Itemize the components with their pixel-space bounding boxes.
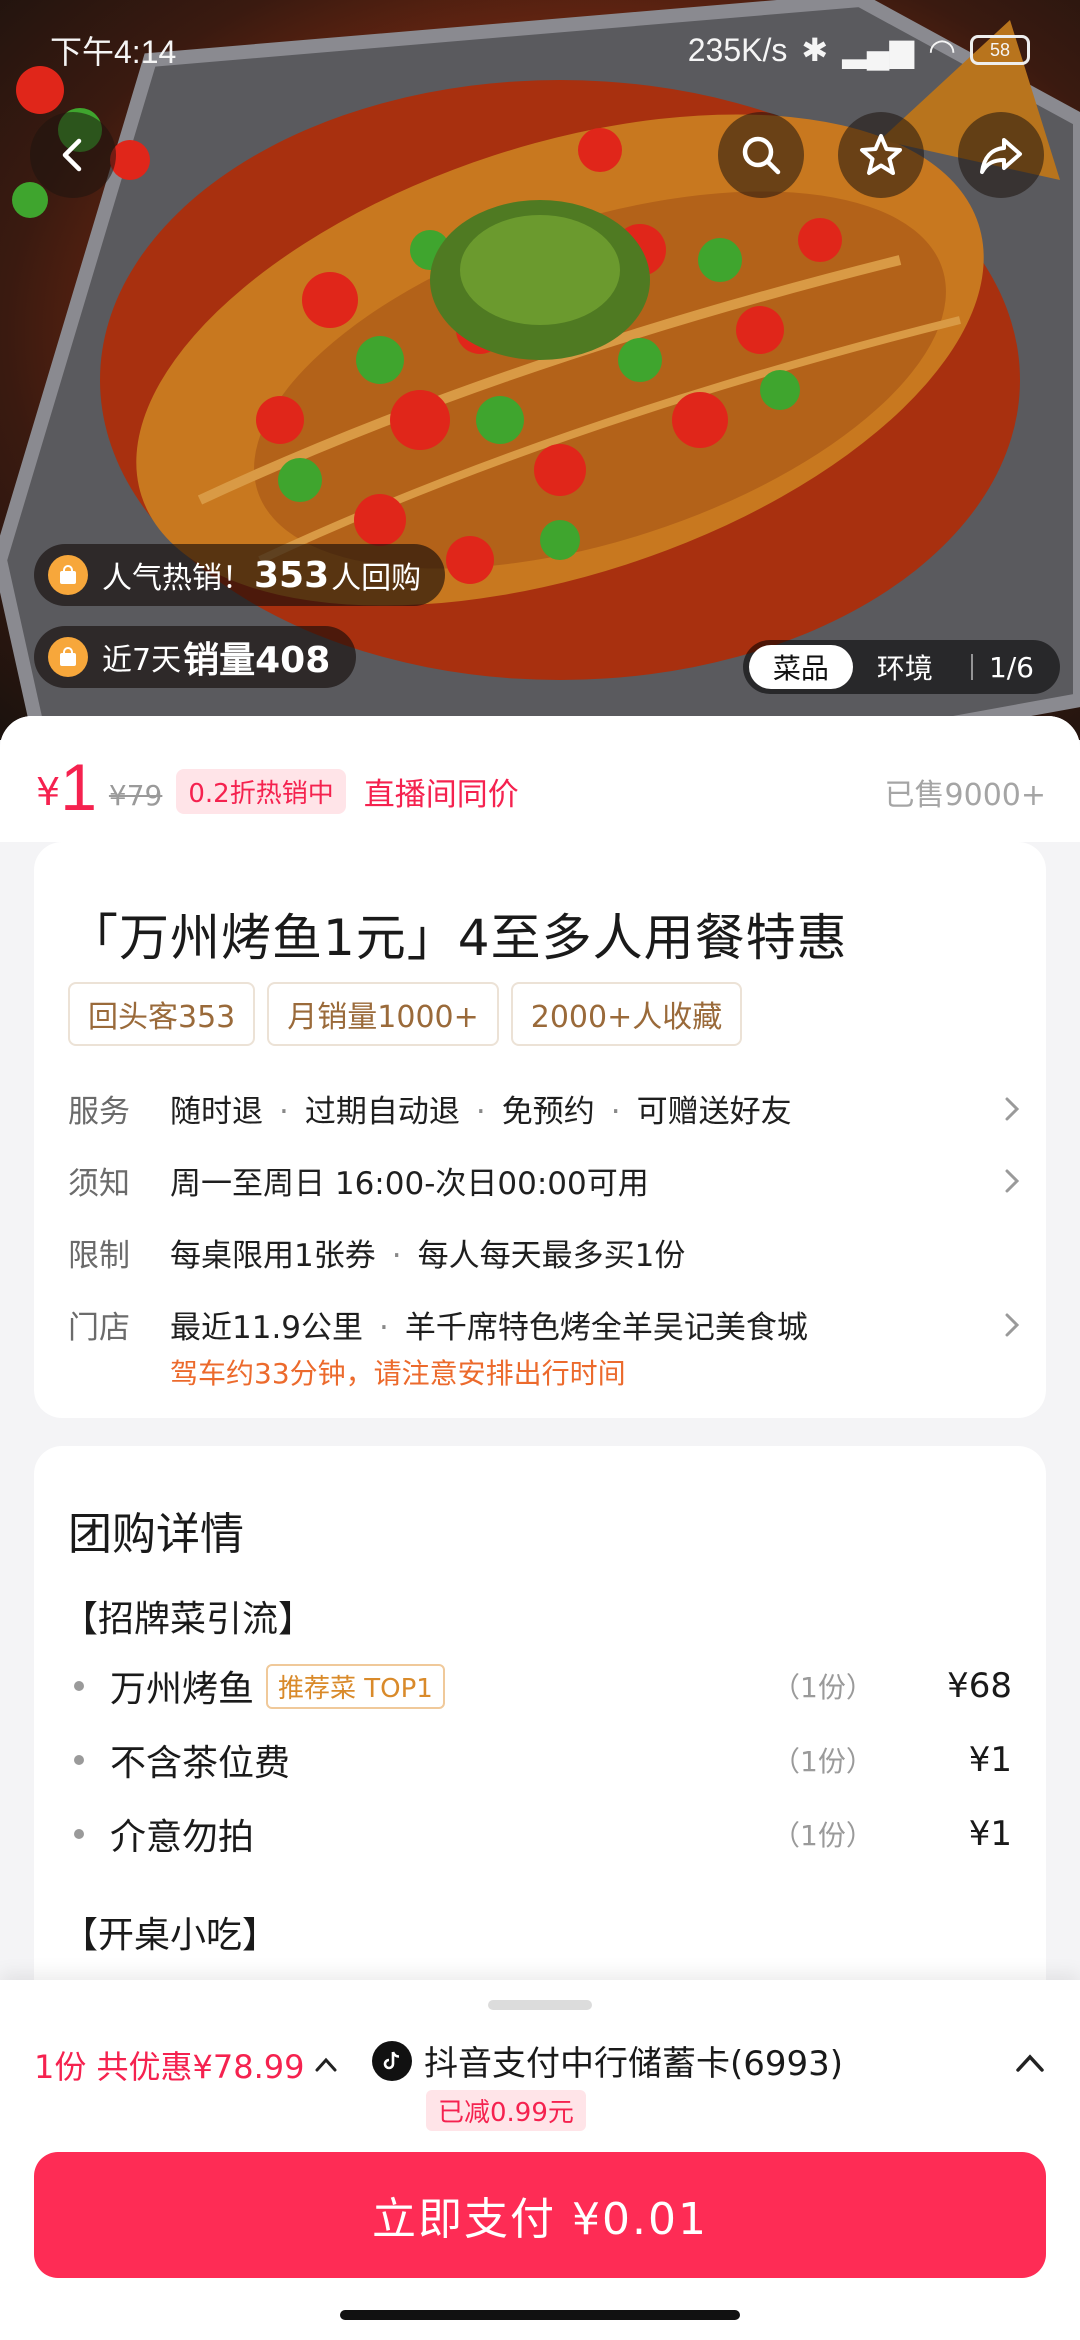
photo-counter: 1/6 [988,650,1034,684]
deal-info-card: 「万州烤鱼1元」4至多人用餐特惠 回头客353 月销量1000+ 2000+人收… [34,842,1046,1418]
back-button[interactable] [30,112,116,198]
badge-prefix: 近7天 [102,643,182,678]
dish-price: ¥1 [968,1740,1012,1780]
dish-name: 不含茶位费 [110,1743,291,1784]
dish-name: 万州烤鱼 [110,1669,255,1710]
dish-qty: （1份） [772,1745,874,1778]
dish-item: 介意勿拍 （1份） ¥1 [68,1806,1012,1862]
reduced-badge: 已减0.99元 [426,2090,586,2131]
tag-repeat-customers: 回头客353 [68,982,256,1046]
search-button[interactable] [718,112,804,198]
service-item: 随时退 [170,1094,263,1130]
tag-monthly-sales: 月销量1000+ [267,982,499,1046]
tab-dishes[interactable]: 菜品 [748,645,853,689]
dish-name: 介意勿拍 [110,1817,255,1858]
service-row[interactable]: 服务 随时退 · 过期自动退 · 免预约 · 可赠送好友 [68,1086,1026,1131]
dish-qty: （1份） [772,1819,874,1852]
net-speed: 235K/s [687,31,788,68]
battery-icon: 58 [970,35,1030,65]
group-title-signature: 【招牌菜引流】 [62,1599,315,1640]
chevron-right-icon [1005,1313,1020,1336]
bullet [74,1755,84,1765]
payment-method-label: 抖音支付中行储蓄卡(6993) [424,2044,844,2084]
recommend-tag: 推荐菜 TOP1 [266,1663,445,1709]
notice-row[interactable]: 须知 周一至周日 16:00-次日00:00可用 [68,1158,1026,1203]
notice-label: 须知 [68,1166,130,1202]
dish-item: 不含茶位费 （1份） ¥1 [68,1732,1012,1788]
service-item: 过期自动退 [304,1094,460,1130]
notice-value: 周一至周日 16:00-次日00:00可用 [170,1166,649,1202]
status-bar: 下午4:14 235K/s ✱ ▂▄▆ ◠ 58 [0,0,1080,100]
bullet [74,1681,84,1691]
limit-row: 限制 每桌限用1张券 · 每人每天最多买1份 [68,1230,1026,1275]
wifi-icon: ◠ [928,32,956,68]
tag-favorites: 2000+人收藏 [510,982,743,1046]
shopping-bag-icon [48,637,88,677]
repurchase-badge: 人气热销！ 353 人回购 [34,544,446,606]
share-button[interactable] [958,112,1044,198]
badge-suffix: 人回购 [331,561,422,596]
travel-hint: 驾车约33分钟，请注意安排出行时间 [170,1357,626,1390]
chevron-up-icon [315,2057,337,2072]
status-time: 下午4:14 [50,34,177,70]
bluetooth-icon: ✱ [801,32,829,68]
badge-number: 销量408 [183,640,331,681]
store-name: 羊千席特色烤全羊吴记美食城 [404,1310,808,1346]
signal-icon: ▂▄▆ [842,32,915,68]
original-price: ¥79 [108,779,163,812]
sold-count: 已售9000+ [884,778,1046,813]
store-row[interactable]: 门店 最近11.9公里 · 羊千席特色烤全羊吴记美食城 [68,1302,1026,1347]
group-details-card: 团购详情 【招牌菜引流】 万州烤鱼 推荐菜 TOP1 （1份） ¥68 不含茶位… [34,1446,1046,2046]
price-row: ¥ 1 ¥79 0.2折热销中 直播间同价 已售9000+ [0,716,1080,842]
bullet [74,1829,84,1839]
dish-price: ¥1 [968,1814,1012,1854]
shopping-bag-icon [48,555,88,595]
divider [970,654,973,680]
photo-tabs: 菜品 环境 1/6 [742,640,1060,694]
search-icon [742,136,781,175]
same-price-label: 直播间同价 [363,777,519,813]
pay-now-button[interactable]: 立即支付 ¥0.01 [34,2152,1046,2278]
badge-number: 353 [254,554,330,596]
deal-title: 「万州烤鱼1元」4至多人用餐特惠 [68,909,848,967]
service-label: 服务 [68,1094,130,1130]
payment-method[interactable]: 抖音支付中行储蓄卡(6993) [372,2036,843,2085]
store-value: 最近11.9公里 · 羊千席特色烤全羊吴记美食城 [170,1310,808,1346]
store-distance: 最近11.9公里 [170,1310,364,1346]
summary-text: 1份 共优惠¥78.99 [34,2048,305,2086]
store-label: 门店 [68,1310,130,1346]
limit-label: 限制 [68,1238,130,1274]
dish-qty: （1份） [772,1671,874,1704]
share-icon [980,138,1022,174]
dish-price: ¥68 [947,1666,1012,1706]
tab-environment[interactable]: 环境 [853,645,957,689]
details-title: 团购详情 [68,1509,244,1560]
discount-badge: 0.2折热销中 [176,769,346,814]
service-item: 可赠送好友 [636,1094,792,1130]
chevron-right-icon [1005,1097,1020,1120]
dish-item: 万州烤鱼 推荐菜 TOP1 （1份） ¥68 [68,1658,1012,1714]
service-item: 免预约 [501,1094,595,1130]
favorite-button[interactable] [838,112,924,198]
discount-summary[interactable]: 1份 共优惠¥78.99 [34,2042,339,2088]
badge-prefix: 人气热销！ [102,561,252,596]
hero-photo[interactable]: 下午4:14 235K/s ✱ ▂▄▆ ◠ 58 人气热销！ 353 人回购 近… [0,0,1080,740]
tiktok-pay-icon [372,2040,412,2081]
chevron-up-icon[interactable] [1010,2044,1050,2084]
currency-symbol: ¥ [36,770,61,814]
limit-value: 每桌限用1张券 · 每人每天最多买1份 [170,1238,686,1274]
current-price: 1 [60,750,97,824]
home-indicator[interactable] [340,2310,740,2320]
deal-tags: 回头客353 月销量1000+ 2000+人收藏 [68,982,743,1046]
back-icon [62,138,82,172]
limit-item: 每人每天最多买1份 [417,1238,686,1274]
checkout-bar: 1份 共优惠¥78.99 抖音支付中行储蓄卡(6993) 已减0.99元 立即支… [0,1980,1080,2340]
drag-handle[interactable] [488,2000,592,2010]
sales-badge: 近7天 销量408 [34,626,357,688]
group-title-snacks: 【开桌小吃】 [62,1915,279,1956]
chevron-right-icon [1005,1169,1020,1192]
star-icon [860,134,902,175]
limit-item: 每桌限用1张券 [170,1238,376,1274]
service-value: 随时退 · 过期自动退 · 免预约 · 可赠送好友 [170,1094,792,1130]
